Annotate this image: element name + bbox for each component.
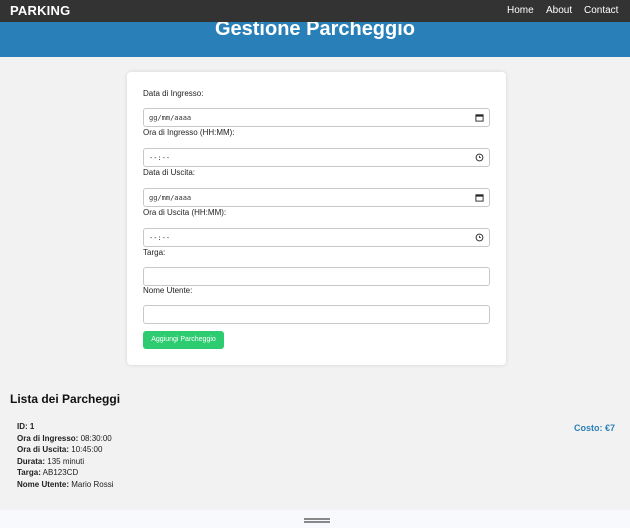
bottom-bar bbox=[0, 510, 630, 528]
entry-exit-time-value: 10:45:00 bbox=[71, 445, 103, 455]
entry-date-label: Data di Ingresso: bbox=[143, 89, 204, 98]
entry-user-value: Mario Rossi bbox=[71, 479, 114, 489]
page-header-banner: Gestione Parcheggio bbox=[0, 22, 630, 57]
entry-date-input[interactable]: gg/mm/aaaa bbox=[143, 108, 490, 127]
add-parking-button[interactable]: Aggiungi Parcheggio bbox=[143, 331, 224, 349]
page-title: Gestione Parcheggio bbox=[214, 22, 416, 40]
entry-duration-value: 135 minuti bbox=[47, 456, 85, 466]
entry-time-placeholder: --:-- bbox=[149, 154, 171, 162]
nav-about-link[interactable]: About bbox=[546, 5, 572, 16]
exit-date-placeholder: gg/mm/aaaa bbox=[149, 194, 192, 202]
exit-date-label: Data di Uscita: bbox=[143, 168, 196, 177]
entry-entry-time-label: Ora di Ingresso: bbox=[17, 433, 79, 443]
entry-id-label: ID: bbox=[17, 422, 28, 431]
plate-row: Targa: AB123CD bbox=[17, 467, 113, 479]
top-navbar: PARKING Home About Contact bbox=[0, 0, 630, 22]
user-row: Nome Utente: Mario Rossi bbox=[17, 479, 113, 491]
nav-contact-link[interactable]: Contact bbox=[584, 5, 618, 16]
exit-time-row: Ora di Uscita: 10:45:00 bbox=[17, 444, 113, 456]
clock-icon[interactable] bbox=[475, 233, 484, 242]
resize-handle-line[interactable] bbox=[304, 521, 330, 523]
nav-home-link[interactable]: Home bbox=[507, 5, 534, 16]
entry-user-label: Nome Utente: bbox=[17, 479, 70, 489]
parking-form-card: Data di Ingresso: gg/mm/aaaa Ora di Ingr… bbox=[127, 72, 506, 365]
calendar-icon[interactable] bbox=[475, 193, 484, 202]
list-item: ID: 1 Ora di Ingresso: 08:30:00 Ora di U… bbox=[17, 421, 113, 491]
duration-row: Durata: 135 minuti bbox=[17, 456, 113, 468]
entry-id-row: ID: 1 bbox=[17, 421, 113, 433]
exit-date-input[interactable]: gg/mm/aaaa bbox=[143, 188, 490, 207]
clock-icon[interactable] bbox=[475, 153, 484, 162]
entry-cost: Costo: €7 bbox=[573, 423, 615, 433]
entry-time-row: Ora di Ingresso: 08:30:00 bbox=[17, 433, 113, 445]
user-name-label: Nome Utente: bbox=[143, 286, 193, 295]
resize-handle-line[interactable] bbox=[304, 518, 330, 520]
brand-logo-text[interactable]: PARKING bbox=[10, 3, 70, 18]
entry-exit-time-label: Ora di Uscita: bbox=[17, 445, 70, 455]
parking-list-title: Lista dei Parcheggi bbox=[10, 392, 121, 406]
user-name-input[interactable] bbox=[143, 305, 490, 324]
entry-date-placeholder: gg/mm/aaaa bbox=[149, 114, 192, 122]
calendar-icon[interactable] bbox=[475, 113, 484, 122]
entry-time-input[interactable]: --:-- bbox=[143, 148, 490, 167]
exit-time-label: Ora di Uscita (HH:MM): bbox=[143, 208, 227, 217]
entry-duration-label: Durata: bbox=[17, 456, 46, 466]
plate-label: Targa: bbox=[143, 248, 166, 257]
entry-entry-time-value: 08:30:00 bbox=[80, 433, 112, 443]
plate-input[interactable] bbox=[143, 267, 490, 286]
exit-time-input[interactable]: --:-- bbox=[143, 228, 490, 247]
entry-time-label: Ora di Ingresso (HH:MM): bbox=[143, 128, 235, 137]
entry-plate-label: Targa: bbox=[17, 468, 41, 478]
exit-time-placeholder: --:-- bbox=[149, 234, 171, 242]
entry-id-value: 1 bbox=[29, 422, 35, 431]
entry-plate-value: AB123CD bbox=[42, 468, 79, 478]
